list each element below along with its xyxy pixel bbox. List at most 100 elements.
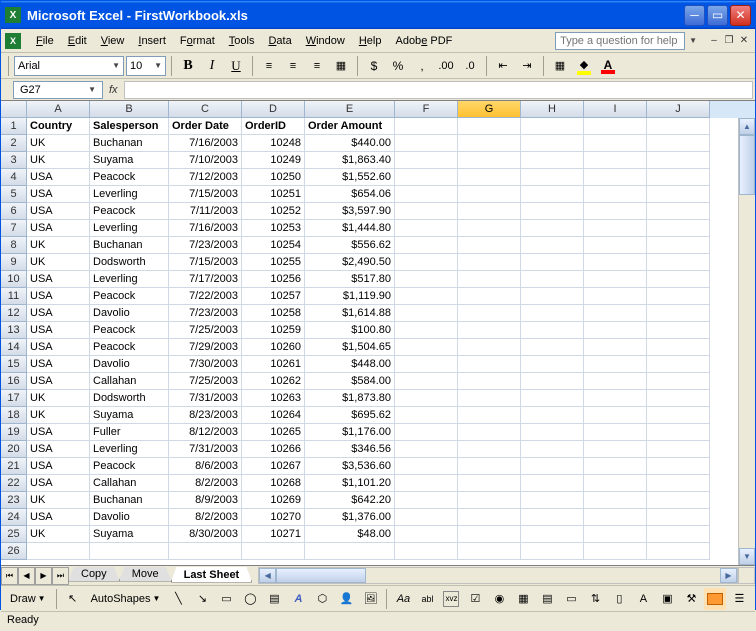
cell[interactable] — [521, 543, 584, 560]
select-objects-button[interactable]: ↖ — [62, 588, 84, 610]
align-center-button[interactable]: ≡ — [282, 55, 304, 77]
cell[interactable] — [521, 441, 584, 458]
cell[interactable]: 8/23/2003 — [169, 407, 242, 424]
tab-nav-prev[interactable]: ◀ — [18, 567, 35, 585]
label-button[interactable]: A — [632, 588, 654, 610]
cell[interactable] — [521, 254, 584, 271]
borders-button[interactable]: ▦ — [549, 55, 571, 77]
cell[interactable]: 10257 — [242, 288, 305, 305]
cell[interactable]: 7/15/2003 — [169, 254, 242, 271]
spin-button[interactable]: ⇅ — [584, 588, 606, 610]
textbox-button[interactable]: ▤ — [263, 588, 285, 610]
cell[interactable] — [458, 237, 521, 254]
cell[interactable] — [647, 254, 710, 271]
cell[interactable] — [395, 169, 458, 186]
cell[interactable]: 7/23/2003 — [169, 305, 242, 322]
cell[interactable]: USA — [27, 271, 90, 288]
maximize-button[interactable]: ▭ — [707, 5, 728, 26]
cell[interactable]: 10262 — [242, 373, 305, 390]
cell[interactable]: UK — [27, 254, 90, 271]
row-header-5[interactable]: 5 — [1, 186, 27, 203]
toggle-button[interactable]: ▭ — [560, 588, 582, 610]
name-box[interactable]: G27 ▼ — [13, 81, 103, 99]
cell[interactable]: 7/22/2003 — [169, 288, 242, 305]
cell[interactable] — [647, 203, 710, 220]
row-header-10[interactable]: 10 — [1, 271, 27, 288]
cell[interactable] — [458, 322, 521, 339]
cell[interactable]: Suyama — [90, 152, 169, 169]
cell[interactable] — [647, 186, 710, 203]
cell[interactable]: $48.00 — [305, 526, 395, 543]
cell[interactable] — [521, 339, 584, 356]
text-tool-button[interactable]: Aa — [392, 588, 414, 610]
cell[interactable] — [395, 237, 458, 254]
cell[interactable]: $654.06 — [305, 186, 395, 203]
cell[interactable]: 10267 — [242, 458, 305, 475]
cell[interactable]: Leverling — [90, 271, 169, 288]
cell[interactable] — [584, 373, 647, 390]
row-header-15[interactable]: 15 — [1, 356, 27, 373]
cell[interactable]: Peacock — [90, 169, 169, 186]
cell[interactable] — [647, 152, 710, 169]
cell[interactable]: USA — [27, 169, 90, 186]
cell[interactable] — [521, 118, 584, 135]
cell[interactable] — [90, 543, 169, 560]
cell[interactable] — [584, 186, 647, 203]
tab-nav-first[interactable]: ⏮ — [1, 567, 18, 585]
cell[interactable] — [584, 135, 647, 152]
menu-insert[interactable]: Insert — [131, 32, 173, 50]
cell[interactable]: 8/2/2003 — [169, 509, 242, 526]
cell[interactable] — [647, 135, 710, 152]
cell[interactable]: 10252 — [242, 203, 305, 220]
cell[interactable] — [584, 526, 647, 543]
cell[interactable]: 10258 — [242, 305, 305, 322]
cell[interactable]: USA — [27, 441, 90, 458]
menu-adobe-pdf[interactable]: Adobe PDF — [388, 32, 459, 50]
cell[interactable] — [395, 356, 458, 373]
cell[interactable] — [521, 271, 584, 288]
menu-file[interactable]: File — [29, 32, 61, 50]
cell[interactable]: 10253 — [242, 220, 305, 237]
cell[interactable]: Peacock — [90, 339, 169, 356]
cell[interactable]: USA — [27, 373, 90, 390]
row-header-26[interactable]: 26 — [1, 543, 27, 560]
cell[interactable] — [647, 237, 710, 254]
cell[interactable]: 7/30/2003 — [169, 356, 242, 373]
cell[interactable]: 7/29/2003 — [169, 339, 242, 356]
cell[interactable] — [584, 339, 647, 356]
cell[interactable]: USA — [27, 356, 90, 373]
autoshapes-button[interactable]: AutoShapes▼ — [86, 591, 166, 607]
cell[interactable] — [521, 203, 584, 220]
cell[interactable]: $1,614.88 — [305, 305, 395, 322]
cell[interactable]: USA — [27, 220, 90, 237]
col-header-B[interactable]: B — [90, 101, 169, 118]
cell[interactable] — [647, 305, 710, 322]
underline-button[interactable]: U — [225, 55, 247, 77]
cell[interactable]: Leverling — [90, 441, 169, 458]
cell[interactable]: Leverling — [90, 220, 169, 237]
increase-decimal-button[interactable]: .00 — [435, 55, 457, 77]
minimize-button[interactable]: ─ — [684, 5, 705, 26]
cell[interactable]: $1,552.60 — [305, 169, 395, 186]
cell[interactable] — [458, 271, 521, 288]
cell[interactable] — [521, 135, 584, 152]
cell[interactable]: $1,119.90 — [305, 288, 395, 305]
cell[interactable]: 7/11/2003 — [169, 203, 242, 220]
col-header-C[interactable]: C — [169, 101, 242, 118]
scroll-up-button[interactable]: ▲ — [739, 118, 755, 135]
decrease-indent-button[interactable]: ⇤ — [492, 55, 514, 77]
cell[interactable]: 8/9/2003 — [169, 492, 242, 509]
font-size-dropdown[interactable]: 10 ▼ — [126, 56, 166, 76]
cell[interactable] — [521, 186, 584, 203]
cell[interactable]: USA — [27, 339, 90, 356]
cell[interactable]: $584.00 — [305, 373, 395, 390]
menu-tools[interactable]: Tools — [222, 32, 262, 50]
cell[interactable]: $695.62 — [305, 407, 395, 424]
cell[interactable]: $3,536.60 — [305, 458, 395, 475]
cell[interactable] — [584, 152, 647, 169]
cell[interactable] — [521, 526, 584, 543]
cell[interactable] — [395, 186, 458, 203]
sheet-tab-copy[interactable]: Copy — [68, 567, 120, 582]
rectangle-button[interactable]: ▭ — [215, 588, 237, 610]
checkbox-button[interactable]: ☑ — [464, 588, 486, 610]
